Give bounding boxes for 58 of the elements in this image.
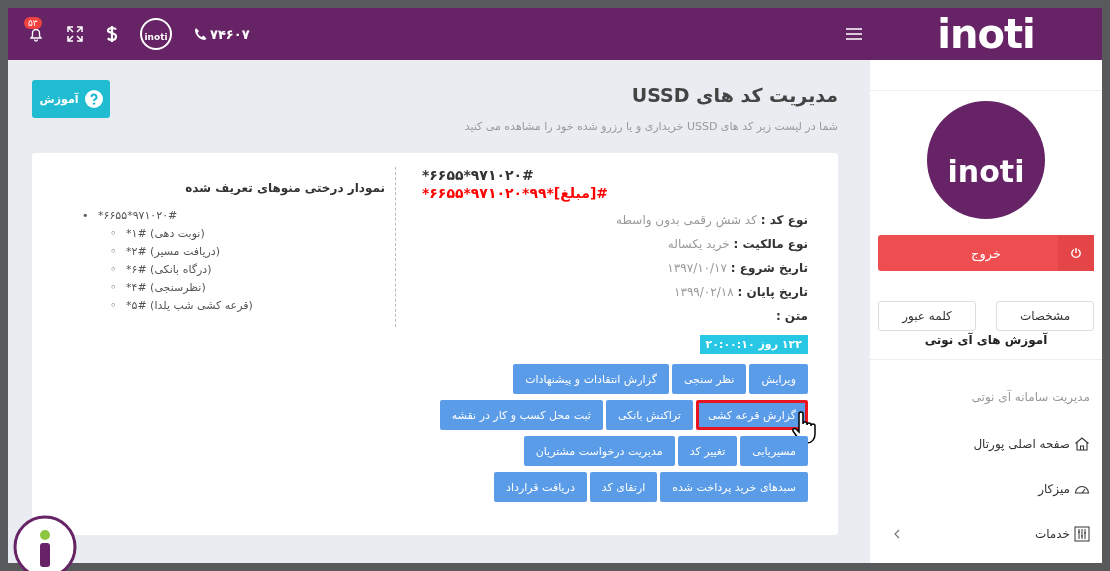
- phone-icon: [194, 27, 208, 41]
- detail-row-text: تاریخ شروع : ۱۳۹۷/۱۰/۱۷: [666, 261, 808, 278]
- action-button[interactable]: مدیریت درخواست مشتریان: [523, 436, 675, 466]
- detail-row-text: تاریخ پایان : ۱۳۹۹/۰۲/۱۸: [673, 285, 808, 301]
- help-icon: [84, 90, 103, 108]
- action-button[interactable]: ویرایش: [749, 364, 808, 394]
- sidebar-item[interactable]: میزکار: [870, 469, 1102, 514]
- tree-item: *۶۶۵۵*۹۷۱۰۲۰#: [98, 208, 178, 224]
- power-icon: [1070, 247, 1082, 259]
- action-button[interactable]: تغییر کد: [677, 436, 738, 466]
- logo-badge[interactable]: inoti: [140, 18, 172, 50]
- ussd-code: *۶۶۵۵*۹۷۱۰۲۰#: [421, 167, 535, 183]
- section-title: مدیریت سامانه آی نوتی: [970, 388, 1091, 406]
- bullet: ◦: [110, 244, 118, 260]
- page-subtitle: شما در لیست زیر کد های USSD خریداری و یا رزرو شده خود را مشاهده می کنید: [464, 120, 838, 133]
- action-button[interactable]: مسیریابی: [740, 436, 808, 466]
- sidebar-item[interactable]: خدمات: [870, 514, 1102, 559]
- tree-item: *۲# (دریافت مسیر): [126, 244, 220, 260]
- brand-logo[interactable]: inoti: [886, 14, 1086, 54]
- action-button[interactable]: ارتقای کد: [589, 472, 658, 502]
- sidebar-item[interactable]: صفحه اصلی پورتال: [870, 424, 1102, 469]
- action-button[interactable]: دریافت قرارداد: [494, 472, 587, 502]
- tree-item: *۵# (قرعه کشی شب یلدا): [126, 298, 253, 314]
- notification-badge: ۵۳: [24, 17, 42, 29]
- bullet: ◦: [110, 262, 118, 278]
- tree-item: *۱# (نوبت دهی): [126, 226, 205, 242]
- info-chat-icon[interactable]: [13, 515, 77, 571]
- tree-title: نمودار درختی منوهای تعریف شده: [184, 181, 385, 195]
- profile-button[interactable]: مشخصات: [996, 301, 1094, 331]
- help-button[interactable]: آموزش: [32, 80, 110, 118]
- bullet: ◦: [110, 226, 118, 242]
- action-button[interactable]: تراکنش بانکی: [605, 400, 693, 430]
- sliders-icon: [1074, 526, 1090, 542]
- detail-row-text: نوع کد : کد شش رقمی بدون واسطه: [615, 213, 808, 230]
- tree-item: *۴# (نظرسنجی): [126, 280, 206, 296]
- brand-logo: inoti: [927, 101, 1045, 219]
- action-button[interactable]: سبدهای خرید پرداخت شده: [660, 472, 808, 502]
- page-title: مدیریت کد های USSD: [630, 84, 838, 106]
- action-button[interactable]: ثبت محل کسب و کار در نقشه: [439, 400, 603, 430]
- bell-icon[interactable]: [28, 26, 44, 42]
- bullet: ◦: [110, 298, 118, 314]
- detail-row-text: متن :: [774, 309, 808, 325]
- detail-row-text: نوع مالکیت : خرید یکساله: [666, 237, 808, 254]
- fullscreen-icon[interactable]: [66, 25, 84, 43]
- bullet: ◦: [110, 280, 118, 296]
- dollar-icon[interactable]: [106, 25, 118, 43]
- tutorials-link[interactable]: آموزش های آی نوتی: [924, 333, 1048, 347]
- phone-text: ۷۴۶۰۷: [210, 26, 250, 42]
- profile-button[interactable]: کلمه عبور: [878, 301, 976, 331]
- tree-item: *۶# (درگاه بانکی): [126, 262, 212, 278]
- payment-code: *۶۶۵۵*۹۷۱۰۲۰*۹۹*[مبلغ]#: [421, 185, 610, 201]
- home-icon: [1074, 436, 1090, 452]
- action-button[interactable]: نظر سنجی: [671, 364, 747, 394]
- bullet: •: [82, 208, 90, 224]
- logout-button[interactable]: خروج: [878, 235, 1094, 271]
- countdown-timer: ۱۲۲ روز ۲۰:۰۰:۱۰: [699, 335, 808, 354]
- menu-icon[interactable]: [846, 28, 862, 40]
- action-button[interactable]: گزارش انتقادات و پیشنهادات: [513, 364, 669, 394]
